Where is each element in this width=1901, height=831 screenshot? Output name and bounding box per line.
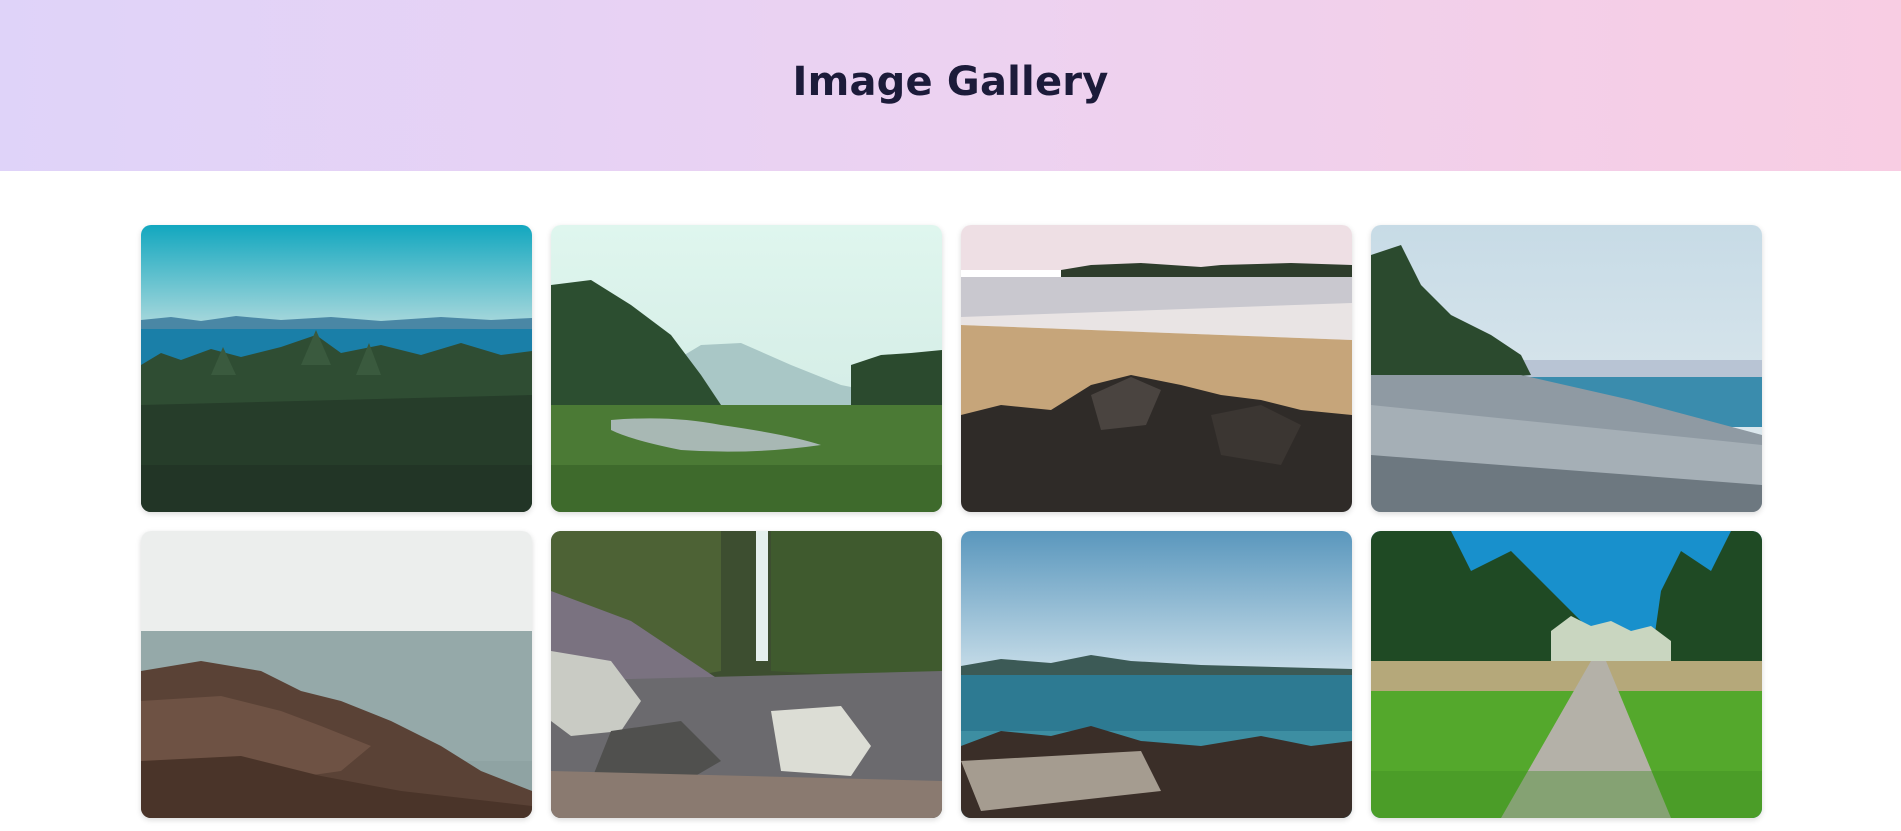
gallery-image-valley-stream[interactable] xyxy=(551,225,942,512)
gallery-image-meadow-path[interactable] xyxy=(1371,531,1762,818)
gallery-image-pebble-shore[interactable] xyxy=(1371,225,1762,512)
gallery-image-rocky-coast[interactable] xyxy=(141,531,532,818)
image-grid xyxy=(141,225,1762,818)
page-header: Image Gallery xyxy=(0,0,1901,171)
gallery-image-waterfall-canyon[interactable] xyxy=(551,531,942,818)
gallery-image-rocky-beach[interactable] xyxy=(961,225,1352,512)
gallery-image-forest-sea-view[interactable] xyxy=(141,225,532,512)
page-title: Image Gallery xyxy=(792,58,1109,105)
gallery-image-ocean-driftwood[interactable] xyxy=(961,531,1352,818)
